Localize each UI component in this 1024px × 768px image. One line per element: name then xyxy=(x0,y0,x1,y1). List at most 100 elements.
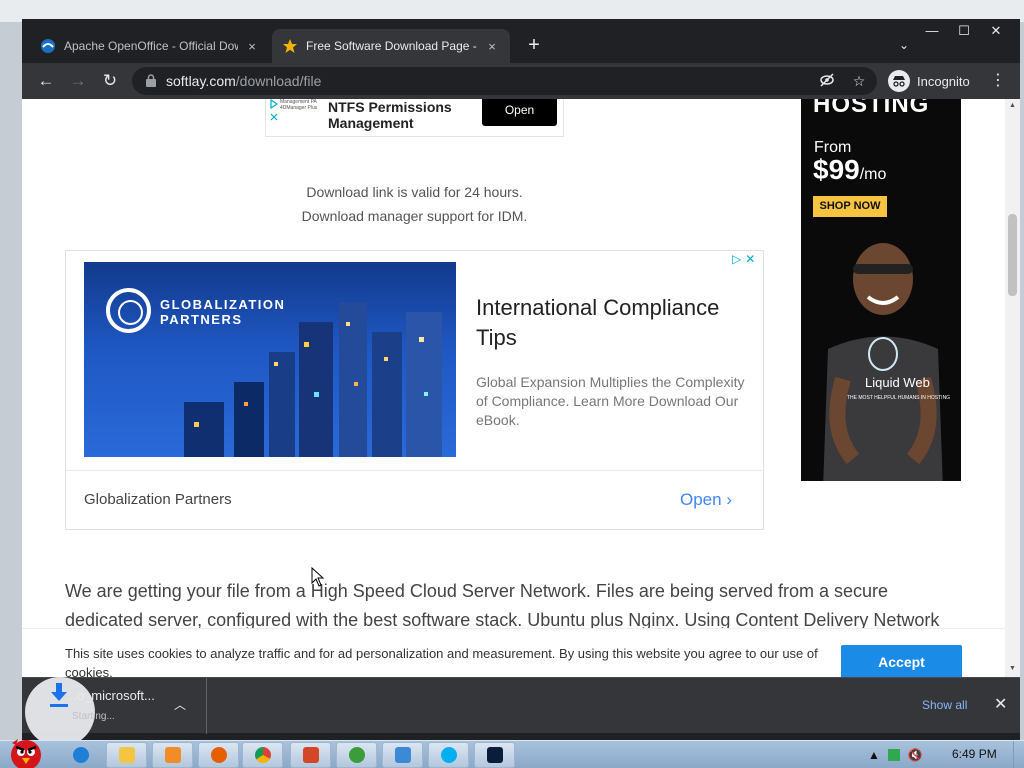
address-bar[interactable]: softlay.com/download/file ☆ xyxy=(132,67,877,95)
ad-heading[interactable]: International Compliance Tips xyxy=(476,293,756,353)
start-angry-bird-icon[interactable] xyxy=(2,731,48,768)
tab-softlay[interactable]: Free Software Download Page - S × xyxy=(272,29,510,63)
accept-cookies-button[interactable]: Accept xyxy=(841,645,962,677)
show-all-button[interactable]: Show all xyxy=(922,698,967,712)
reload-button[interactable]: ↻ xyxy=(98,70,122,92)
scroll-up-icon[interactable]: ▲ xyxy=(1008,102,1017,109)
page-viewport: Management PA 4DManager Plus NTFS Permis… xyxy=(22,99,1020,677)
close-window-button[interactable]: ✕ xyxy=(980,21,1012,41)
tab-strip: Apache OpenOffice - Official Dow × Free … xyxy=(22,19,1020,63)
ad-close-icon[interactable]: ✕ xyxy=(745,252,755,266)
top-banner-ad[interactable]: Management PA 4DManager Plus NTFS Permis… xyxy=(265,99,564,137)
volume-muted-icon[interactable]: 🔇 xyxy=(908,748,923,762)
ad-description: Global Expansion Multiplies the Complexi… xyxy=(476,374,745,428)
tab-search-chevron-icon[interactable]: ⌄ xyxy=(894,35,914,55)
scroll-down-icon[interactable]: ▼ xyxy=(1008,665,1017,672)
browser-window: Apache OpenOffice - Official Dow × Free … xyxy=(22,19,1020,747)
ad-choices-corner[interactable]: ▷ ✕ xyxy=(732,252,755,266)
taskbar-ie-button[interactable] xyxy=(60,742,101,768)
taskbar-media-button[interactable] xyxy=(152,742,193,768)
cookie-text: This site uses cookies to analyze traffi… xyxy=(65,646,818,677)
incognito-label: Incognito xyxy=(917,73,970,89)
system-tray: ▲ 🔇 xyxy=(868,741,923,768)
tab-title: Apache OpenOffice - Official Dow xyxy=(64,39,238,53)
taskbar-clock[interactable]: 6:49 PM xyxy=(952,747,997,761)
skype-icon xyxy=(440,747,457,763)
adchoices-icon[interactable]: ▷ xyxy=(732,252,741,266)
body-paragraph: We are getting your file from a High Spe… xyxy=(65,581,940,630)
side-ad-price: $99/mo xyxy=(813,154,887,185)
ad-title: NTFS Permissions Management xyxy=(328,99,452,131)
adchoices-icon[interactable] xyxy=(269,99,279,122)
lock-icon xyxy=(146,74,156,87)
background-app-left-panel xyxy=(0,22,22,740)
side-ad-tagline: THE MOST HELPFUL HUMANS IN HOSTING xyxy=(847,395,951,401)
minimize-button[interactable]: — xyxy=(916,21,948,41)
openoffice-icon xyxy=(40,38,56,54)
back-button[interactable]: ← xyxy=(34,70,58,92)
maximize-button[interactable]: ☐ xyxy=(948,21,980,41)
internet-explorer-icon xyxy=(72,747,89,763)
chevron-right-icon: › xyxy=(726,490,732,509)
utorrent-icon xyxy=(348,747,365,763)
windows-taskbar: ▲ 🔇 6:49 PM xyxy=(0,739,1024,768)
download-validity-text: Download link is valid for 24 hours. xyxy=(306,184,523,200)
mouse-cursor-icon xyxy=(311,567,325,587)
taskbar-utorrent-button[interactable] xyxy=(336,742,377,768)
url-text: softlay.com/download/file xyxy=(166,73,322,89)
city-skyline-graphic xyxy=(184,302,442,457)
ad-thumbnail: Management PA 4DManager Plus xyxy=(280,99,318,111)
new-tab-button[interactable]: + xyxy=(522,34,546,58)
side-banner-ad[interactable]: HOSTING From $99/mo SHOP NOW Liquid Web … xyxy=(801,99,961,481)
tab-close-icon[interactable]: × xyxy=(244,39,260,54)
taskbar-network-button[interactable] xyxy=(382,742,423,768)
window-controls: — ☐ ✕ xyxy=(916,21,1012,41)
network-icon xyxy=(394,747,411,763)
shop-now-button[interactable]: SHOP NOW xyxy=(813,196,887,217)
incognito-icon xyxy=(888,70,910,92)
star-icon xyxy=(282,38,298,54)
display-ad[interactable]: GLOBALIZATION PARTNERS International Com… xyxy=(65,250,764,530)
forward-button[interactable]: → xyxy=(66,70,90,92)
taskbar-photoshop-button[interactable] xyxy=(474,742,515,768)
cookie-banner: This site uses cookies to analyze traffi… xyxy=(22,628,1005,677)
ad-image: GLOBALIZATION PARTNERS xyxy=(84,262,456,457)
ad-advertiser: Globalization Partners xyxy=(84,491,232,508)
ad-open-link[interactable]: Open › xyxy=(680,490,732,510)
download-status: Starting... xyxy=(72,711,115,722)
download-manager-text: Download manager support for IDM. xyxy=(301,208,528,224)
bookmark-star-icon[interactable]: ☆ xyxy=(850,72,868,90)
incognito-indicator[interactable]: Incognito xyxy=(888,69,970,93)
show-desktop-button[interactable] xyxy=(1013,741,1024,768)
taskbar-firefox-button[interactable] xyxy=(198,742,239,768)
download-item[interactable]: ...o_microsoft... Starting... ︿ xyxy=(22,677,207,747)
ad-divider xyxy=(66,470,763,471)
tab-title: Free Software Download Page - S xyxy=(306,39,478,53)
download-shelf: ...o_microsoft... Starting... ︿ Show all… xyxy=(22,677,1020,747)
more-menu-icon[interactable]: ⋮ xyxy=(988,69,1008,93)
tab-openoffice[interactable]: Apache OpenOffice - Official Dow × xyxy=(30,29,270,63)
page-scrollbar[interactable]: ▲ ▼ xyxy=(1005,99,1020,677)
tray-app-icon[interactable] xyxy=(887,749,900,761)
download-file-name: ...o_microsoft... xyxy=(66,688,155,703)
tray-expand-icon[interactable]: ▲ xyxy=(868,748,880,762)
office-icon xyxy=(302,747,319,763)
browser-toolbar: ← → ↻ softlay.com/download/file ☆ Incogn… xyxy=(22,63,1020,99)
eye-slash-icon[interactable] xyxy=(818,72,836,90)
side-ad-brand: Liquid Web xyxy=(865,375,930,390)
chrome-icon xyxy=(254,747,271,763)
folder-icon xyxy=(118,747,135,763)
taskbar-chrome-button[interactable] xyxy=(242,742,283,768)
scrollbar-thumb[interactable] xyxy=(1008,214,1017,296)
taskbar-skype-button[interactable] xyxy=(428,742,469,768)
ad-open-button[interactable]: Open xyxy=(482,99,557,126)
media-player-icon xyxy=(164,747,181,763)
taskbar-office-button[interactable] xyxy=(290,742,331,768)
chevron-up-icon[interactable]: ︿ xyxy=(174,696,186,713)
side-ad-headline: HOSTING xyxy=(813,99,930,118)
taskbar-explorer-button[interactable] xyxy=(106,742,147,768)
firefox-icon xyxy=(210,747,227,763)
close-download-shelf-icon[interactable]: ✕ xyxy=(994,694,1007,714)
person-photo xyxy=(823,243,943,481)
tab-close-icon[interactable]: × xyxy=(484,39,500,54)
